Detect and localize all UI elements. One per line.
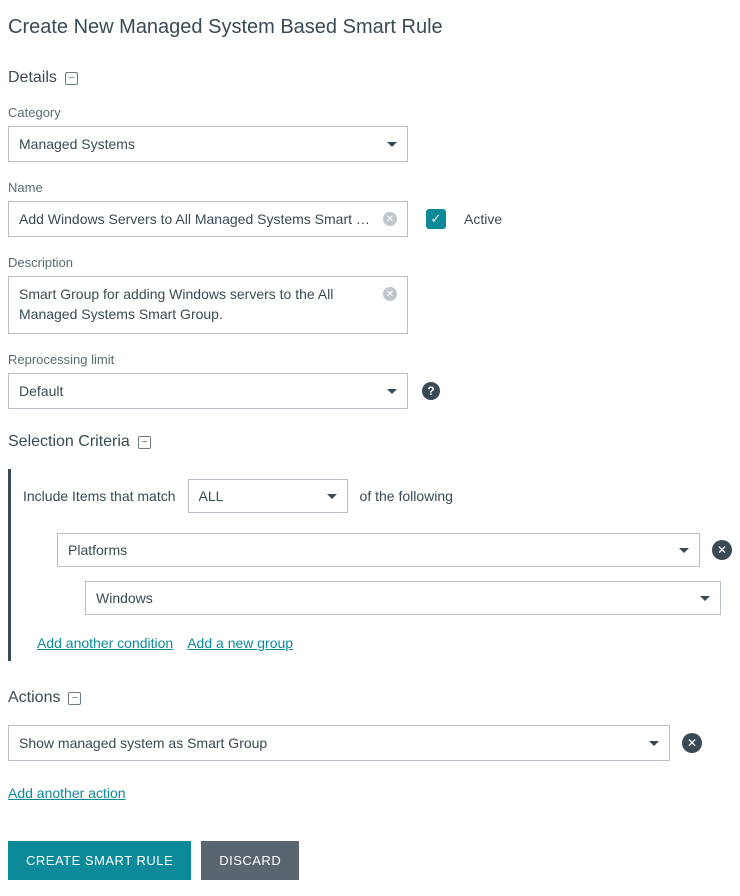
action-select[interactable]: Show managed system as Smart Group: [8, 725, 670, 761]
platform-label: Platforms: [68, 542, 671, 558]
condition-value-select[interactable]: Windows: [85, 581, 721, 615]
add-condition-link[interactable]: Add another condition: [37, 635, 173, 651]
category-label: Category: [8, 105, 732, 120]
active-checkbox[interactable]: ✓: [426, 209, 446, 229]
collapse-icon[interactable]: −: [68, 692, 81, 705]
remove-action-icon[interactable]: ✕: [682, 733, 702, 753]
remove-condition-icon[interactable]: ✕: [712, 540, 732, 560]
chevron-down-icon: [327, 494, 337, 499]
include-suffix: of the following: [360, 488, 453, 504]
name-label: Name: [8, 180, 732, 195]
category-select[interactable]: Managed Systems: [8, 126, 408, 162]
platform-value: Windows: [96, 590, 692, 606]
active-label: Active: [464, 211, 502, 227]
chevron-down-icon: [679, 548, 689, 553]
collapse-icon[interactable]: −: [138, 436, 151, 449]
description-value: Smart Group for adding Windows servers t…: [19, 285, 377, 324]
add-action-link[interactable]: Add another action: [8, 785, 126, 801]
help-icon[interactable]: ?: [422, 382, 440, 400]
clear-icon[interactable]: ✕: [383, 212, 397, 226]
actions-section: Actions − Show managed system as Smart G…: [8, 689, 732, 803]
chevron-down-icon: [700, 596, 710, 601]
collapse-icon[interactable]: −: [65, 72, 78, 85]
description-input[interactable]: Smart Group for adding Windows servers t…: [8, 276, 408, 334]
name-value: Add Windows Servers to All Managed Syste…: [19, 211, 377, 227]
criteria-block: Include Items that match ALL of the foll…: [8, 469, 732, 661]
chevron-down-icon: [649, 741, 659, 746]
include-prefix: Include Items that match: [23, 488, 176, 504]
chevron-down-icon: [387, 389, 397, 394]
match-value: ALL: [199, 488, 319, 504]
discard-button[interactable]: DISCARD: [201, 841, 299, 880]
category-value: Managed Systems: [19, 136, 379, 152]
page-title: Create New Managed System Based Smart Ru…: [8, 16, 732, 39]
create-button[interactable]: CREATE SMART RULE: [8, 841, 191, 880]
actions-header: Actions: [8, 689, 60, 707]
reprocessing-value: Default: [19, 383, 379, 399]
details-header: Details: [8, 69, 57, 87]
add-group-link[interactable]: Add a new group: [187, 635, 293, 651]
criteria-section: Selection Criteria − Include Items that …: [8, 433, 732, 661]
clear-icon[interactable]: ✕: [383, 287, 397, 301]
chevron-down-icon: [387, 142, 397, 147]
action-value: Show managed system as Smart Group: [19, 735, 641, 751]
description-label: Description: [8, 255, 732, 270]
reprocessing-label: Reprocessing limit: [8, 352, 732, 367]
condition-type-select[interactable]: Platforms: [57, 533, 700, 567]
reprocessing-select[interactable]: Default: [8, 373, 408, 409]
details-section: Details − Category Managed Systems Name …: [8, 69, 732, 409]
match-select[interactable]: ALL: [188, 479, 348, 513]
name-input[interactable]: Add Windows Servers to All Managed Syste…: [8, 201, 408, 237]
criteria-header: Selection Criteria: [8, 433, 130, 451]
